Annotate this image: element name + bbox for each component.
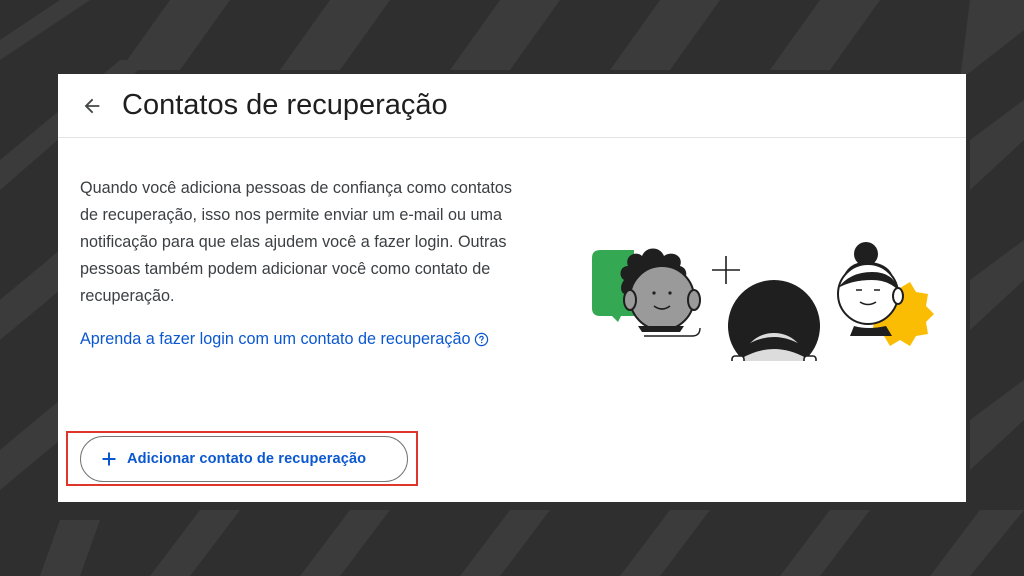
add-recovery-contact-button[interactable]: Adicionar contato de recuperação	[80, 436, 408, 482]
recovery-contacts-card: Contatos de recuperação Quando você adic…	[58, 74, 966, 502]
page-header: Contatos de recuperação	[58, 74, 966, 138]
help-circle-icon	[474, 332, 489, 347]
plus-decoration-icon	[712, 256, 740, 284]
person-center-icon	[728, 280, 820, 361]
help-link-label: Aprenda a fazer login com um contato de …	[80, 330, 471, 348]
add-button-label: Adicionar contato de recuperação	[127, 451, 367, 467]
recovery-contacts-illustration	[592, 242, 934, 361]
page-title: Contatos de recuperação	[122, 89, 448, 121]
back-button[interactable]	[74, 88, 110, 124]
description-text: Quando você adiciona pessoas de confianç…	[80, 179, 512, 305]
help-link[interactable]: Aprenda a fazer login com um contato de …	[80, 328, 489, 350]
person-left-icon	[620, 248, 701, 337]
plus-icon	[101, 451, 117, 467]
arrow-back-icon	[84, 98, 100, 114]
